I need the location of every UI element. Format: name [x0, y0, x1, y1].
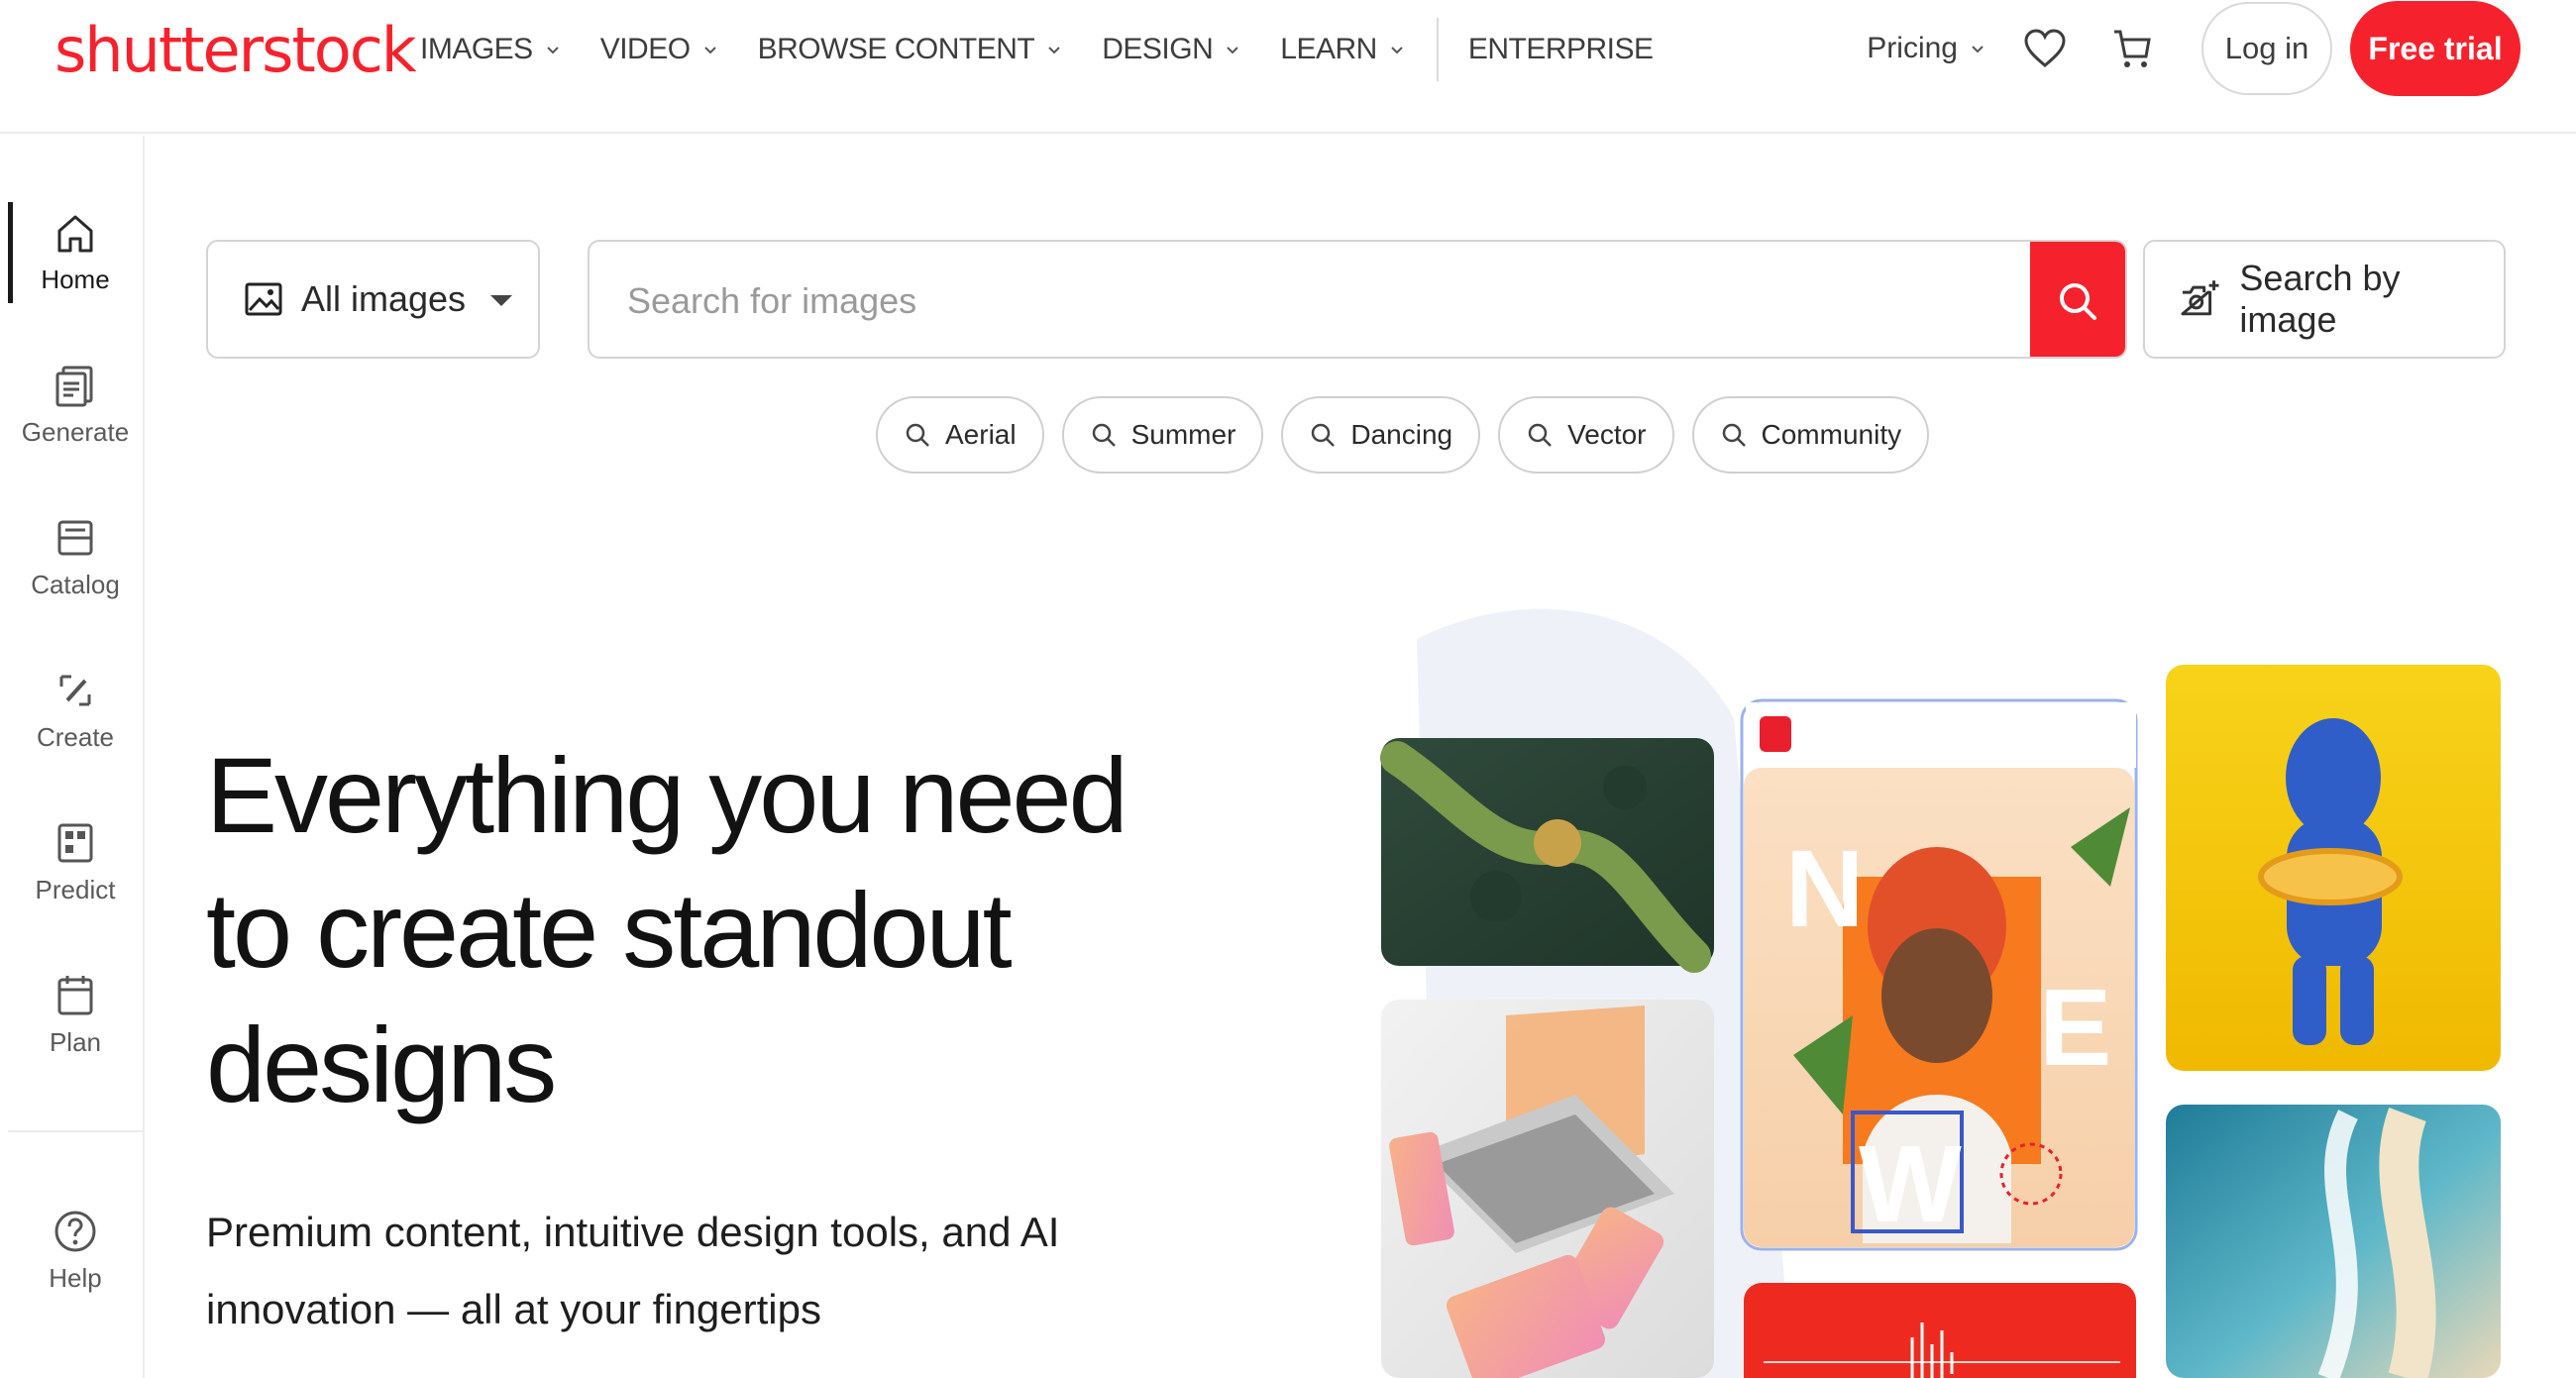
chevron-down-icon — [1048, 47, 1060, 54]
sidebar-item-label: Create — [36, 721, 115, 752]
image-icon — [245, 282, 282, 316]
hero-subtext: Premium content, intuitive design tools,… — [206, 1194, 1098, 1348]
free-trial-button[interactable]: Free trial — [2350, 1, 2521, 96]
sidebar-item-help[interactable]: Help — [8, 1191, 143, 1310]
left-sidebar: Home Generate Catalog Create Predict Pla… — [8, 136, 145, 1378]
sidebar-item-label: Generate — [21, 416, 130, 447]
main-nav: IMAGES VIDEO BROWSE CONTENT DESIGN LEARN… — [420, 18, 1693, 81]
nav-design[interactable]: DESIGN — [1102, 33, 1240, 66]
sidebar-item-label: Predict — [35, 874, 116, 904]
search-button[interactable] — [2030, 242, 2125, 357]
beach-tile — [2166, 1105, 2501, 1378]
nav-design-label: DESIGN — [1102, 33, 1214, 65]
hero-image-collage: N E W — [1377, 599, 2576, 1378]
cart-button[interactable] — [2108, 25, 2156, 72]
plan-icon — [57, 975, 93, 1014]
sidebar-item-label: Catalog — [31, 569, 120, 599]
nav-images-label: IMAGES — [420, 33, 533, 65]
suggestion-chip[interactable]: Dancing — [1281, 396, 1481, 474]
login-button[interactable]: Log in — [2201, 2, 2332, 95]
media-type-label: All images — [301, 278, 467, 319]
chevron-down-icon — [703, 47, 716, 54]
caret-down-icon — [490, 295, 512, 306]
search-icon — [1528, 423, 1553, 447]
sidebar-item-predict[interactable]: Predict — [8, 802, 143, 921]
heart-icon — [2024, 29, 2066, 67]
nav-browse-content-label: BROWSE CONTENT — [757, 33, 1035, 65]
devices-tile — [1381, 1000, 1714, 1378]
sidebar-item-generate[interactable]: Generate — [8, 345, 143, 464]
chevron-down-icon — [1227, 47, 1238, 54]
nav-images[interactable]: IMAGES — [420, 33, 561, 66]
suggestion-chip[interactable]: Community — [1691, 396, 1930, 474]
nav-video[interactable]: VIDEO — [600, 33, 718, 66]
nav-browse-content[interactable]: BROWSE CONTENT — [758, 33, 1063, 66]
headline-line: Everything you need — [206, 735, 1128, 855]
nav-learn[interactable]: LEARN — [1280, 33, 1405, 66]
nav-video-label: VIDEO — [599, 33, 691, 65]
catalog-icon — [57, 520, 93, 555]
search-icon — [2060, 283, 2096, 320]
suggestion-label: Dancing — [1350, 419, 1453, 450]
predict-icon — [57, 823, 93, 862]
sidebar-item-plan[interactable]: Plan — [8, 955, 143, 1074]
account-nav: Pricing Log in Free trial — [1867, 0, 2521, 97]
nav-divider — [1436, 18, 1439, 81]
audio-tile — [1744, 1283, 2136, 1378]
headline-line: designs — [206, 1005, 557, 1124]
pricing-menu[interactable]: Pricing — [1867, 32, 1986, 65]
search-icon — [1722, 423, 1746, 447]
favorites-button[interactable] — [2021, 25, 2069, 72]
collage-letter: E — [2039, 967, 2111, 1089]
sidebar-item-create[interactable]: Create — [8, 650, 143, 769]
sidebar-item-label: Help — [49, 1262, 102, 1293]
nav-enterprise-label: ENTERPRISE — [1467, 33, 1654, 65]
search-by-image-button[interactable]: Search by image — [2143, 240, 2506, 359]
suggestion-label: Aerial — [945, 419, 1017, 450]
search-input[interactable] — [627, 271, 1994, 331]
search-bar — [588, 240, 2127, 359]
portrait-tile: N E W — [1740, 698, 2138, 1251]
collage-letter: N — [1785, 828, 1864, 950]
cart-icon — [2114, 30, 2151, 67]
headline-line: to create standout — [206, 870, 1013, 990]
sidebar-divider — [8, 1130, 143, 1132]
shutterstock-logo[interactable]: shutterstock — [54, 14, 417, 86]
suggestion-label: Summer — [1130, 419, 1236, 450]
search-icon — [906, 423, 929, 447]
search-icon — [1312, 423, 1336, 447]
help-icon — [54, 1211, 96, 1251]
suggested-searches: Aerial Summer Dancing Vector Community — [876, 396, 1947, 474]
collage-graphic: N E W — [1380, 608, 2501, 1378]
media-type-select[interactable]: All images — [206, 240, 540, 359]
nav-learn-label: LEARN — [1280, 33, 1377, 65]
suggestion-chip[interactable]: Vector — [1498, 396, 1674, 474]
create-icon — [59, 675, 91, 705]
sidebar-item-label: Home — [41, 264, 110, 294]
suggestion-chip[interactable]: Summer — [1061, 396, 1264, 474]
sidebar-item-label: Plan — [49, 1026, 102, 1057]
suggestion-label: Vector — [1567, 419, 1647, 450]
sidebar-item-catalog[interactable]: Catalog — [8, 497, 143, 616]
camera-plus-icon — [2181, 280, 2219, 316]
subtext-line: innovation — all at your fingertips — [206, 1286, 821, 1332]
chevron-down-icon — [1391, 47, 1403, 54]
nav-enterprise[interactable]: ENTERPRISE — [1468, 33, 1654, 66]
pricing-label: Pricing — [1867, 32, 1958, 64]
suggestion-label: Community — [1761, 419, 1902, 450]
generate-icon — [55, 366, 93, 406]
subtext-line: Premium content, intuitive design tools,… — [206, 1209, 1060, 1255]
search-by-image-label: Search by image — [2239, 258, 2401, 340]
chevron-down-icon — [1972, 46, 1984, 53]
hero-headline: Everything you need to create standout d… — [206, 728, 1197, 1132]
collage-letter: W — [1859, 1123, 1962, 1245]
top-navigation: shutterstock IMAGES VIDEO BROWSE CONTENT… — [0, 0, 2576, 134]
search-icon — [1092, 423, 1116, 447]
yellow-figure-tile — [2166, 665, 2501, 1071]
sidebar-item-home[interactable]: Home — [8, 192, 143, 311]
green-tile — [1380, 738, 1714, 973]
suggestion-chip[interactable]: Aerial — [876, 396, 1044, 474]
home-icon — [57, 215, 93, 252]
chevron-down-icon — [546, 47, 559, 54]
